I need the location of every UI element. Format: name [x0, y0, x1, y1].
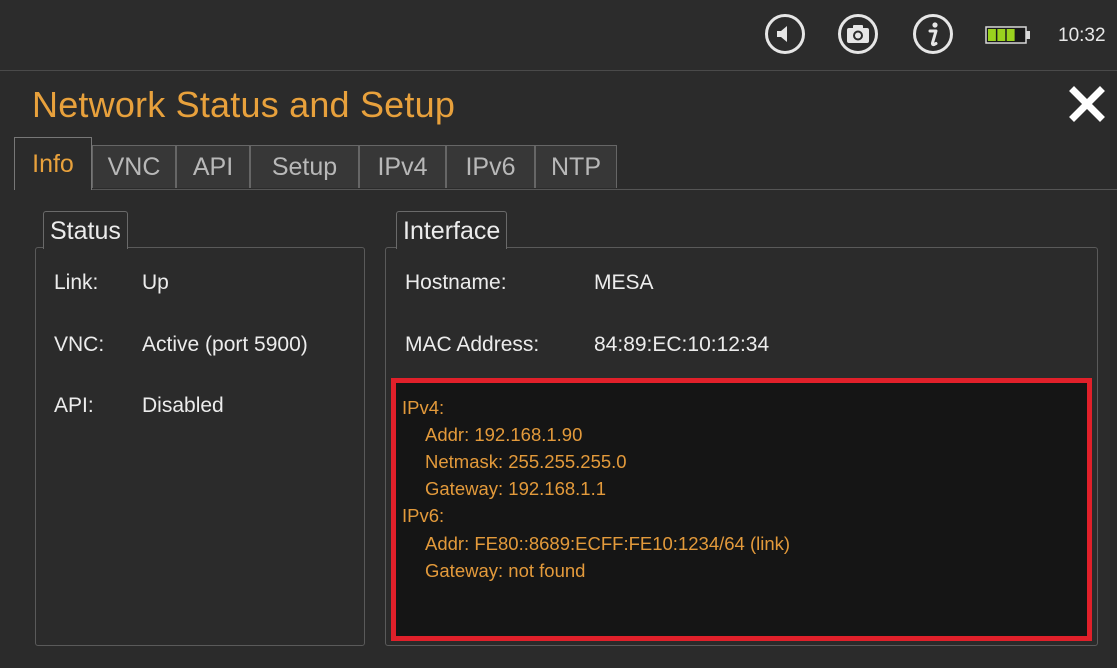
status-group: [35, 247, 365, 646]
vnc-label: VNC:: [54, 333, 105, 356]
ip-address-panel: IPv4: Addr: 192.168.1.90 Netmask: 255.25…: [391, 378, 1092, 641]
tab-api[interactable]: API: [176, 145, 250, 188]
mac-address-value: 84:89:EC:10:12:34: [594, 333, 770, 356]
vnc-value: Active (port 5900): [142, 333, 308, 356]
tabs-divider: [92, 189, 1117, 190]
ipv4-netmask: Netmask: 255.255.255.0: [425, 451, 627, 472]
tab-ipv6[interactable]: IPv6: [446, 145, 535, 188]
battery-cell: [1006, 29, 1015, 41]
ipv4-gateway: Gateway: 192.168.1.1: [425, 478, 607, 499]
interface-group-title: Interface: [396, 211, 508, 249]
ipv6-addr: Addr: FE80::8689:ECFF:FE10:1234/64 (link…: [425, 533, 791, 554]
mac-address-label: MAC Address:: [405, 333, 540, 356]
tab-ntp[interactable]: NTP: [535, 145, 617, 188]
status-bar: 10:32: [0, 0, 1117, 71]
tab-setup[interactable]: Setup: [250, 145, 359, 188]
battery-cell: [988, 29, 996, 41]
hostname-label: Hostname:: [405, 271, 507, 294]
ipv4-heading: IPv4:: [402, 397, 445, 418]
camera-icon[interactable]: [838, 14, 878, 54]
ipv6-heading: IPv6:: [402, 505, 445, 526]
link-label: Link:: [54, 271, 99, 294]
hostname-value: MESA: [594, 271, 654, 294]
tab-vnc[interactable]: VNC: [92, 145, 176, 188]
speaker-icon[interactable]: [765, 14, 805, 54]
ipv6-gateway: Gateway: not found: [425, 560, 586, 581]
tab-info[interactable]: Info: [14, 137, 92, 190]
battery-cell: [997, 29, 1006, 41]
network-status-screen: 10:32 Network Status and Setup Info VNC …: [0, 0, 1117, 668]
close-icon[interactable]: [1069, 86, 1105, 122]
tab-ipv4[interactable]: IPv4: [359, 145, 446, 188]
clock: 10:32: [1058, 25, 1106, 46]
api-value: Disabled: [142, 394, 224, 417]
page-title: Network Status and Setup: [32, 84, 456, 125]
info-icon[interactable]: [913, 14, 953, 54]
status-group-title: Status: [43, 211, 128, 249]
battery-icon: [985, 26, 1030, 44]
api-label: API:: [54, 394, 94, 417]
ipv4-addr: Addr: 192.168.1.90: [425, 424, 583, 445]
link-value: Up: [142, 271, 169, 294]
